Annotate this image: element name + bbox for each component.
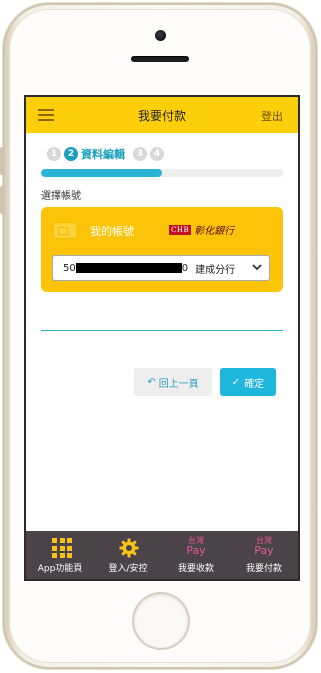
account-number-redaction [75, 263, 182, 273]
tab-label: App功能頁 [37, 564, 83, 574]
tab-label: 我要付款 [245, 564, 282, 574]
top-navbar: 我要付款 登出 [26, 97, 298, 133]
progress-fill [41, 169, 162, 177]
logout-button[interactable]: 登出 [261, 108, 283, 124]
tab-login-security[interactable]: 登入/安控 [94, 531, 162, 579]
front-camera [155, 30, 166, 41]
step-1: 1 [47, 147, 61, 161]
bank-badge: CHB [169, 224, 192, 235]
confirm-button[interactable]: ✓ 確定 [220, 368, 276, 396]
input-underline [41, 330, 283, 331]
tab-app-functions[interactable]: App功能頁 [26, 531, 94, 579]
bank-name: 彰化銀行 [194, 226, 235, 237]
step-2: 2 [64, 147, 78, 161]
check-icon: ✓ [231, 376, 241, 388]
account-number-suffix: 0 [181, 262, 189, 274]
app-screen: 我要付款 登出 1 2 資料編輯 3 4 選擇帳號 我的帳號 CHB 彰化銀行 … [26, 97, 298, 579]
account-card: 我的帳號 CHB 彰化銀行 50 0 建成分行 [41, 207, 283, 292]
progress-bar [41, 169, 283, 177]
card-icon [53, 222, 77, 239]
tab-label: 我要收款 [177, 564, 214, 574]
my-account-label: 我的帳號 [90, 225, 134, 238]
step-4: 4 [150, 147, 164, 161]
taiwan-pay-icon: 台灣 Pay [254, 536, 274, 557]
step-3: 3 [133, 147, 147, 161]
grid-icon [52, 538, 72, 558]
confirm-button-label: 確定 [244, 378, 265, 390]
account-select[interactable]: 50 0 建成分行 [52, 255, 270, 281]
tab-receive-payment[interactable]: 台灣 Pay 我要收款 [162, 531, 230, 579]
volume-down-button [0, 186, 4, 214]
account-branch: 建成分行 [195, 264, 236, 276]
volume-up-button [0, 147, 4, 175]
select-account-label: 選擇帳號 [41, 191, 81, 202]
bank-logo: CHB 彰化銀行 [169, 222, 234, 237]
account-number-prefix: 50 [63, 262, 76, 274]
step-indicator: 1 2 資料編輯 3 4 [47, 146, 167, 162]
home-button[interactable] [134, 594, 188, 648]
taiwan-pay-icon: 台灣 Pay [186, 536, 206, 557]
tab-make-payment[interactable]: 台灣 Pay 我要付款 [230, 531, 298, 579]
back-button[interactable]: ↶ 回上一頁 [134, 368, 212, 396]
page-title: 我要付款 [137, 109, 186, 123]
step-2-label: 資料編輯 [81, 148, 125, 161]
earpiece-speaker [131, 56, 189, 62]
chevron-down-icon [252, 264, 262, 271]
back-arrow-icon: ↶ [147, 376, 156, 388]
back-button-label: 回上一頁 [158, 378, 199, 390]
bottom-tabbar: App功能頁 登入/安控 台灣 Pay 我要收款 台灣 Pay 我要付款 [26, 531, 298, 579]
tab-label: 登入/安控 [108, 564, 148, 574]
gear-icon [119, 538, 139, 558]
